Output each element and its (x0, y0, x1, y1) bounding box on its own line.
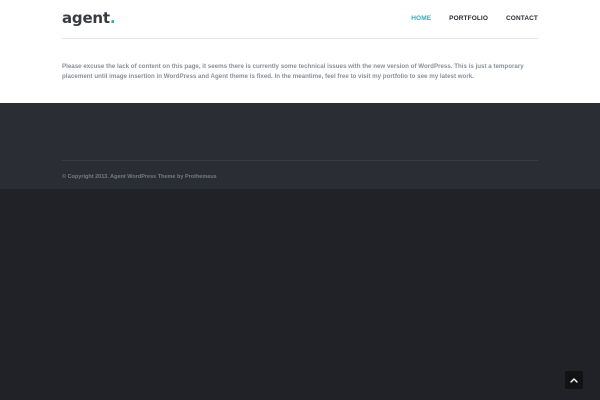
logo-text: agent (62, 9, 110, 27)
logo-dot: . (109, 9, 116, 27)
page: agent. HOME PORTFOLIO CONTACT Please exc… (0, 0, 600, 400)
nav-item-home[interactable]: HOME (411, 15, 431, 22)
nav-item-contact[interactable]: CONTACT (506, 15, 538, 22)
nav-item-portfolio[interactable]: PORTFOLIO (449, 15, 488, 22)
header-content-area: agent. HOME PORTFOLIO CONTACT Please exc… (0, 0, 600, 103)
footer-divider (62, 160, 538, 161)
copyright-text: © Copyright 2013. Agent WordPress Theme … (62, 174, 217, 180)
scroll-to-top-button[interactable] (565, 371, 583, 389)
header-divider (62, 38, 538, 39)
site-logo[interactable]: agent. (62, 9, 116, 27)
notice-text: Please excuse the lack of content on thi… (62, 63, 524, 80)
footer: © Copyright 2013. Agent WordPress Theme … (0, 103, 600, 189)
page-bottom (0, 189, 600, 400)
main-nav: HOME PORTFOLIO CONTACT (411, 15, 538, 22)
chevron-up-icon (570, 378, 578, 383)
